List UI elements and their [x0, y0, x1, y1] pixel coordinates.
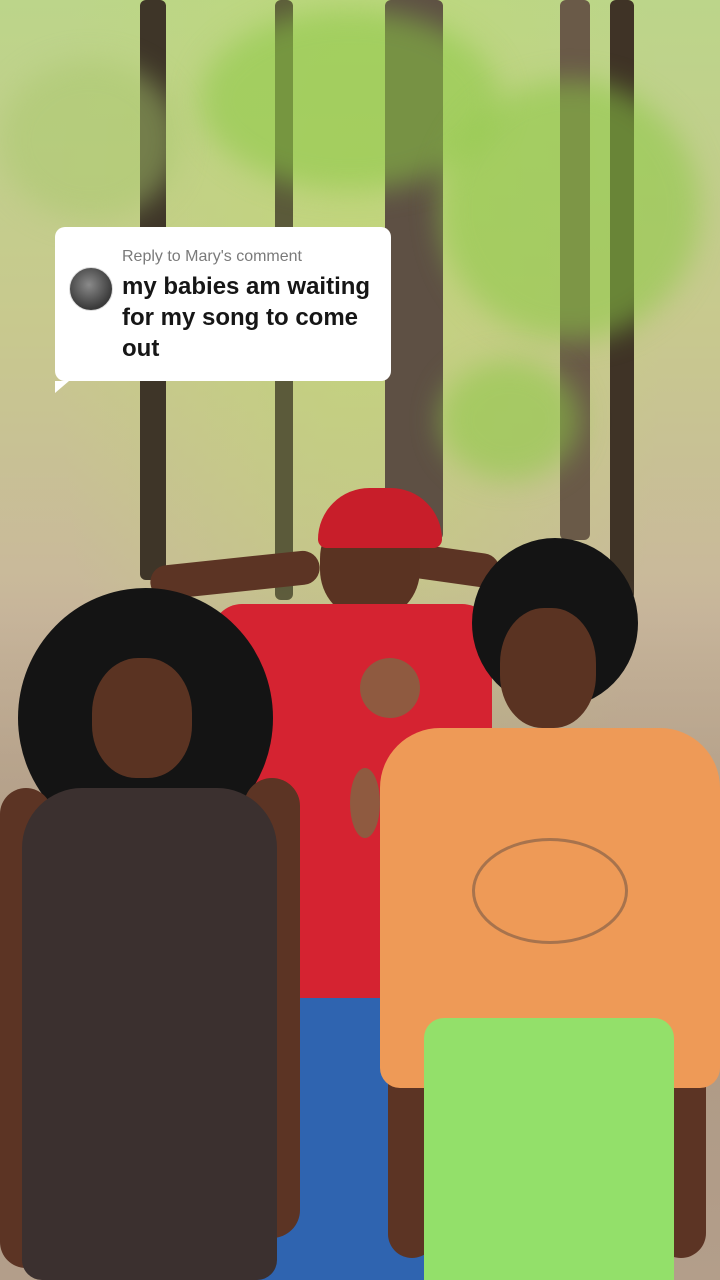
- foliage: [440, 360, 580, 480]
- face: [500, 608, 596, 728]
- video-frame[interactable]: [0, 0, 720, 1280]
- foliage: [0, 60, 180, 220]
- person-left-woman: [0, 588, 330, 1280]
- dark-dress: [22, 788, 277, 1280]
- reply-comment-bubble[interactable]: Reply to Mary's comment my babies am wai…: [55, 227, 391, 393]
- avatar[interactable]: [69, 267, 113, 311]
- reply-to-label: Reply to Mary's comment: [122, 248, 302, 265]
- shirt-hole: [350, 768, 380, 838]
- comment-text: my babies am waiting for my song to come…: [122, 273, 371, 362]
- person-right-woman: [380, 538, 720, 1280]
- green-pants: [424, 1018, 674, 1280]
- foliage: [440, 80, 700, 340]
- face: [92, 658, 192, 778]
- basketball-hoop-print: [472, 838, 628, 944]
